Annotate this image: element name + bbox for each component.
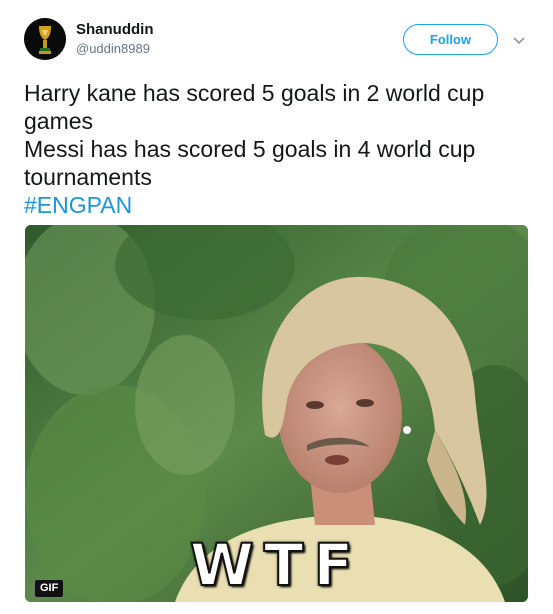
tweet-text-line: Harry kane has scored 5 goals in 2 world…	[24, 80, 485, 106]
tweet-text-line: games	[24, 108, 94, 134]
user-handle[interactable]: @uddin8989	[76, 41, 150, 56]
display-name[interactable]: Shanuddin	[76, 21, 154, 38]
follow-button[interactable]: Follow	[403, 24, 498, 55]
world-cup-trophy-icon	[24, 18, 66, 60]
tweet-text-line: tournaments	[24, 164, 152, 190]
tweet-card: Shanuddin @uddin8989 Follow Harry kane h…	[0, 0, 553, 614]
avatar[interactable]	[24, 18, 66, 60]
tweet-text-line: Messi has has scored 5 goals in 4 world …	[24, 136, 476, 162]
gif-media[interactable]: WTF GIF	[25, 225, 528, 602]
chevron-down-icon	[513, 37, 525, 45]
tweet-text: Harry kane has scored 5 goals in 2 world…	[24, 79, 539, 219]
gif-badge: GIF	[34, 579, 65, 598]
hashtag-link[interactable]: #ENGPAN	[24, 191, 539, 219]
gif-caption: WTF	[189, 530, 364, 600]
more-menu-button[interactable]	[510, 32, 528, 50]
